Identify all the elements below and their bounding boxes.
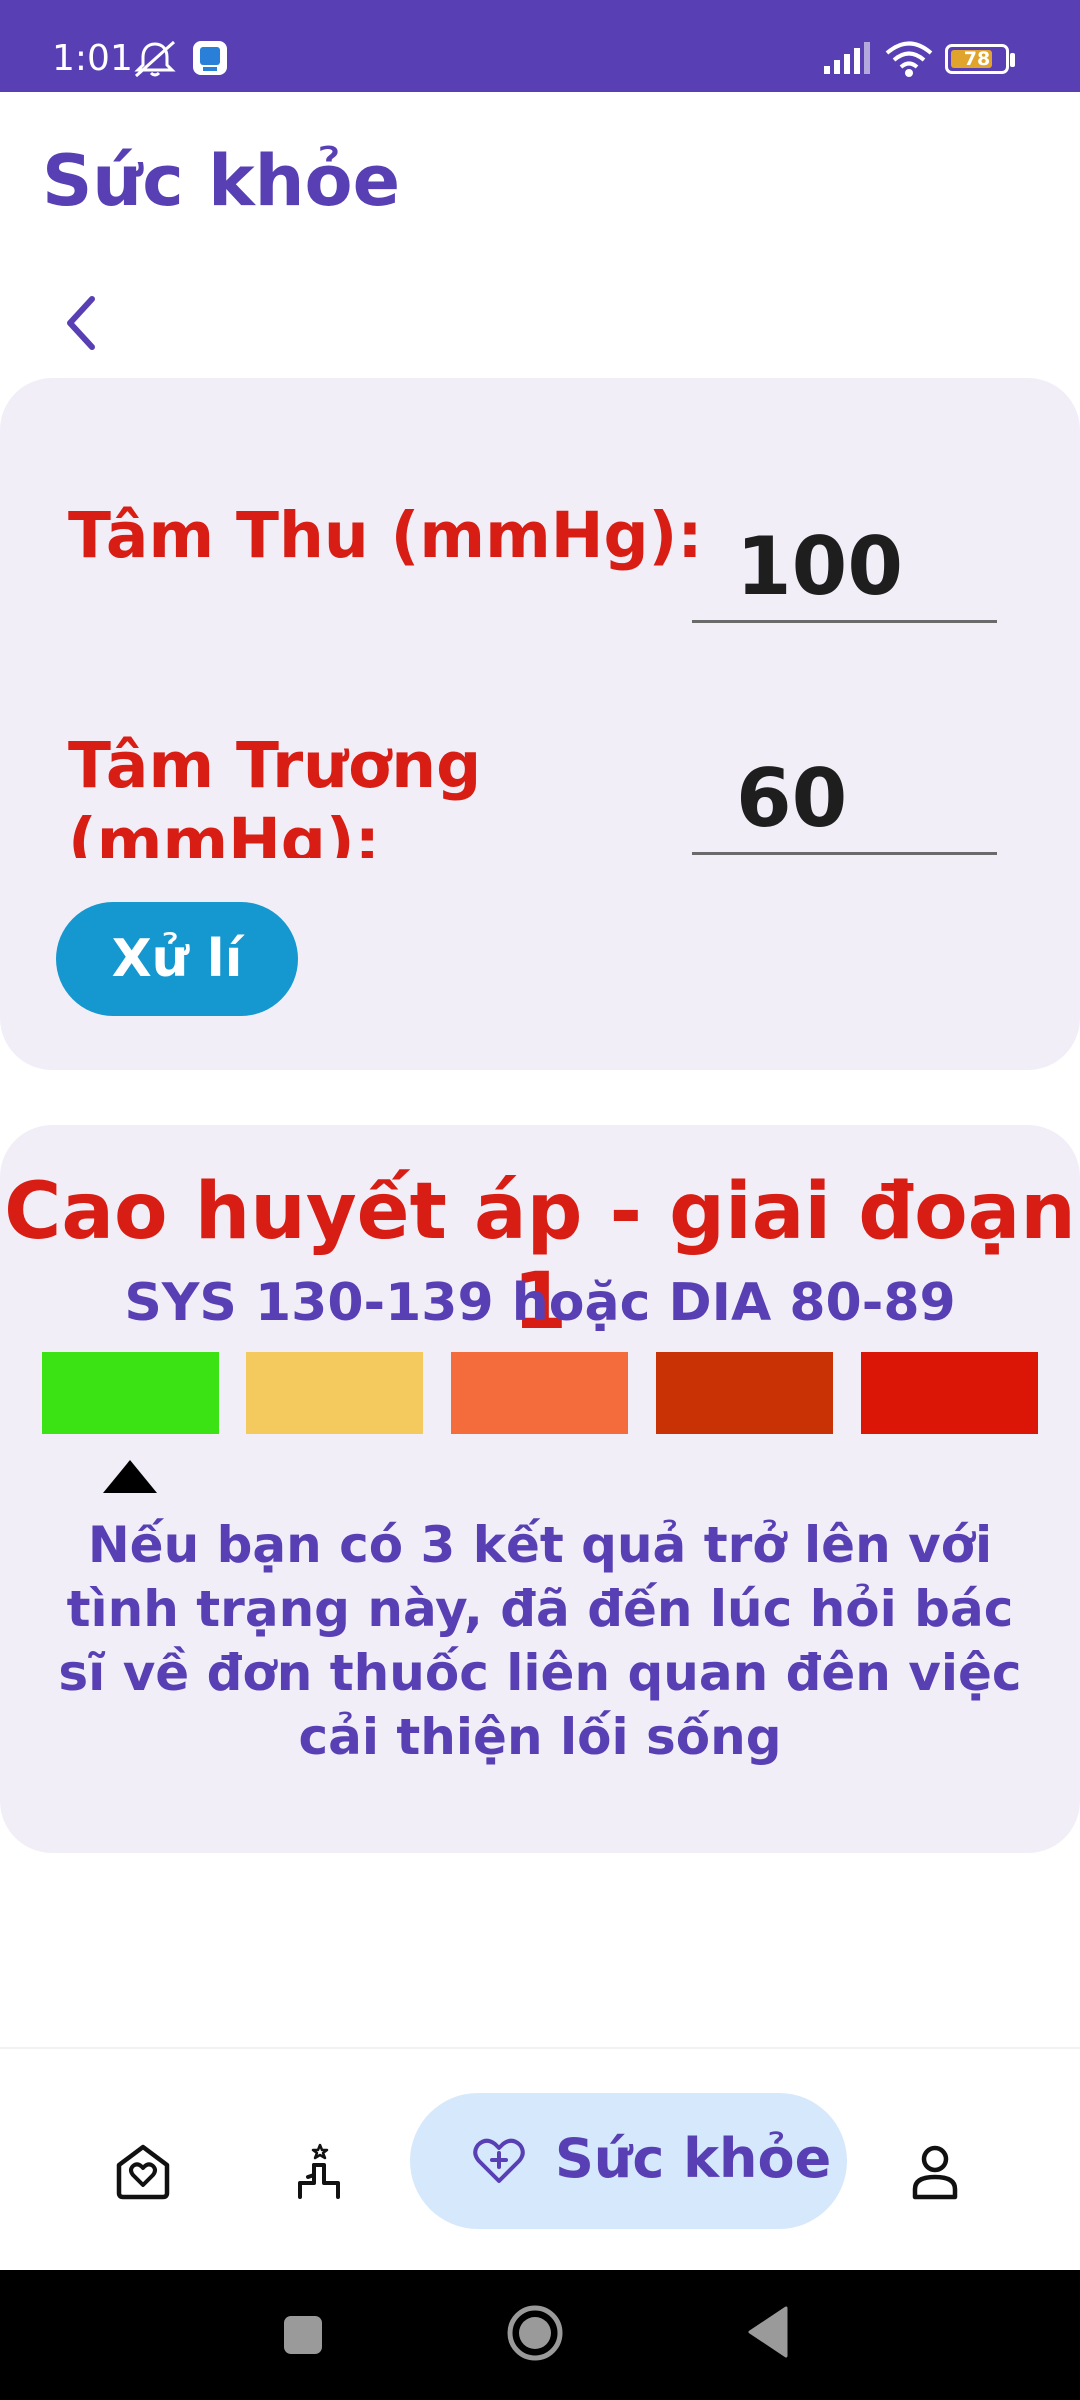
exercise-icon (298, 2143, 340, 2199)
process-button[interactable]: Xử lí (56, 902, 298, 1016)
home-button[interactable] (505, 2303, 565, 2363)
back-nav-button[interactable] (746, 2306, 790, 2358)
battery-level: 78 (963, 48, 991, 70)
recents-button[interactable] (282, 2314, 324, 2356)
scale-segment-stage1 (451, 1352, 628, 1434)
scale-segment-elevated (246, 1352, 423, 1434)
systolic-input[interactable] (692, 513, 997, 623)
diastolic-input[interactable] (692, 745, 997, 855)
scale-segment-normal (42, 1352, 219, 1434)
signal-icon (824, 42, 870, 74)
app-notification-icon (193, 41, 227, 75)
scale-marker-icon (103, 1460, 157, 1493)
system-nav-bar (0, 2270, 1080, 2400)
wifi-icon (885, 41, 933, 77)
result-card: Cao huyết áp - giai đoạn 1 SYS 130-139 h… (0, 1125, 1080, 1853)
back-button[interactable] (50, 285, 120, 365)
status-bar: 1:01 78 (0, 0, 1080, 92)
advice-text: Nếu bạn có 3 kết quả trở lên với tình tr… (58, 1516, 1022, 1766)
systolic-label: Tâm Thu (mmHg): (68, 499, 703, 572)
bottom-nav: Sức khỏe (0, 2047, 1080, 2270)
diastolic-label: Tâm Trương (mmHg): (68, 729, 482, 858)
heart-plus-icon (473, 2138, 525, 2183)
blood-pressure-input-card: Tâm Thu (mmHg): Tâm Trương (mmHg): Xử lí (0, 378, 1080, 1070)
nav-home-button[interactable] (111, 2139, 175, 2203)
nav-health-label: Sức khỏe (555, 2127, 832, 2190)
battery-icon: 78 (945, 44, 1009, 74)
result-range: SYS 130-139 hoặc DIA 80-89 (124, 1273, 956, 1333)
scale-segment-crisis (861, 1352, 1038, 1434)
nav-health-button[interactable]: Sức khỏe (410, 2093, 847, 2229)
scale-segment-stage2 (656, 1352, 833, 1434)
battery-tip (1010, 53, 1015, 67)
nav-profile-button[interactable] (903, 2139, 967, 2203)
page-title: Sức khỏe (42, 140, 401, 222)
profile-icon (912, 2145, 958, 2200)
status-time: 1:01 (52, 38, 133, 79)
nav-exercise-button[interactable] (288, 2139, 352, 2203)
home-heart-icon (116, 2144, 170, 2200)
notifications-off-icon (134, 40, 176, 78)
